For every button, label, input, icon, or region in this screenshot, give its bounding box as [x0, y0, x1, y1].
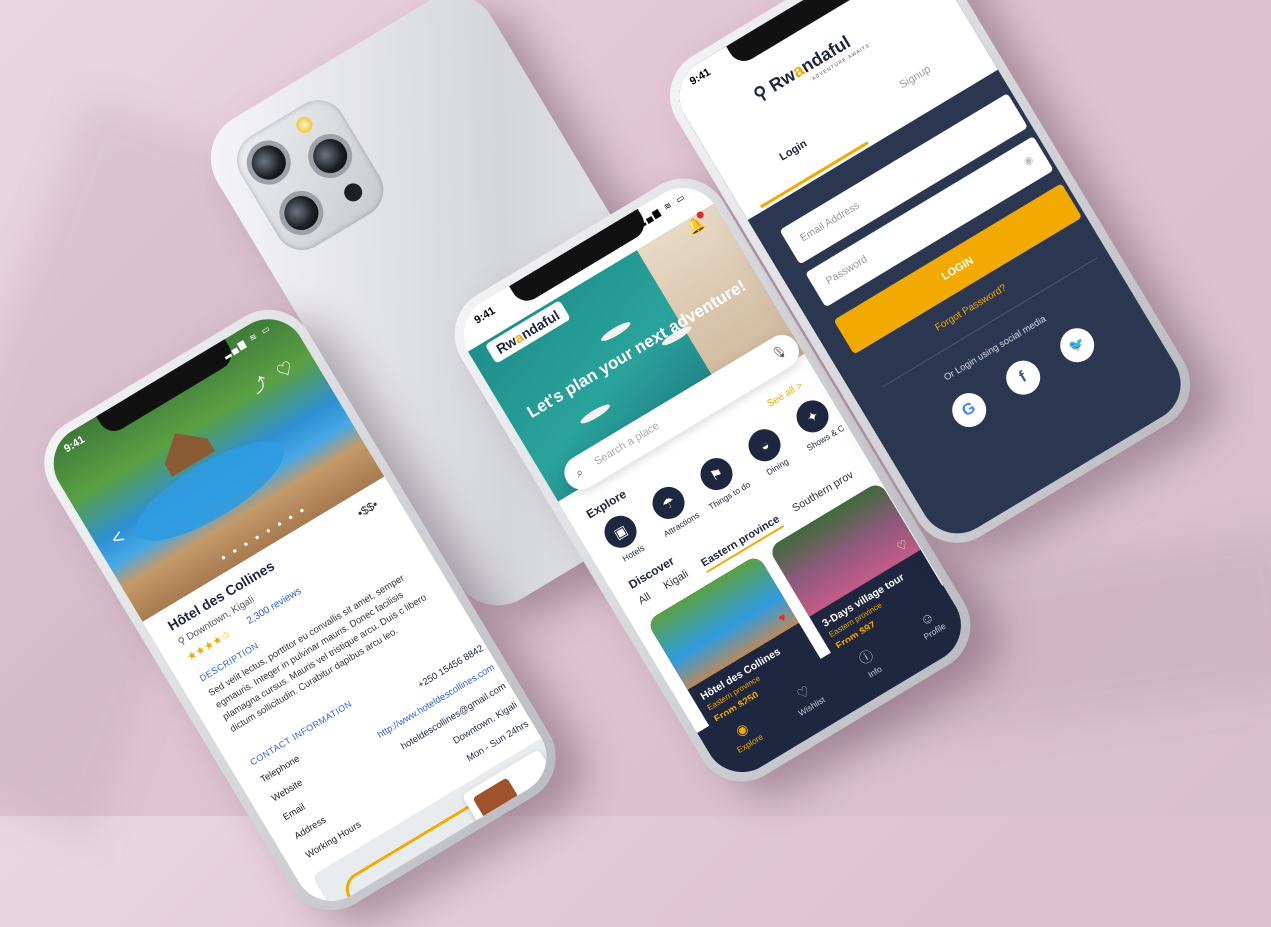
facebook-icon[interactable]: f [999, 354, 1047, 401]
price-level: •$$• [354, 497, 381, 521]
contact-label: Website [269, 777, 305, 805]
tab-all[interactable]: All [636, 591, 653, 608]
twitter-icon[interactable]: 🐦 [1053, 321, 1101, 369]
camera-lens-icon [271, 182, 332, 244]
lidar-sensor-icon [340, 180, 366, 205]
google-icon[interactable]: G [945, 386, 993, 434]
camera-lens-icon [299, 125, 361, 187]
flash-icon [293, 113, 316, 136]
password-placeholder: Password [823, 253, 870, 288]
carousel-dots[interactable]: ● ● ● ● ● ● ● ● [219, 504, 309, 563]
status-time: 9:41 [472, 304, 498, 327]
map-hotel-card[interactable] [461, 748, 561, 839]
reviews-link[interactable]: 2,300 reviews [245, 586, 304, 627]
share-icon[interactable]: ⤴ [249, 374, 271, 397]
contact-label: Email [281, 801, 308, 824]
camera-lens-icon [238, 132, 299, 193]
microphone-icon[interactable]: 🎙 [769, 342, 789, 362]
camera-module [226, 89, 394, 261]
search-icon: ⌕ [572, 464, 586, 481]
map-card-image [472, 777, 525, 828]
heart-icon[interactable]: ♡ [274, 359, 296, 382]
eye-icon[interactable]: ◉ [1021, 152, 1035, 168]
back-arrow-icon[interactable]: < [107, 526, 129, 552]
hero-actions: ⤴ ♡ [246, 354, 297, 398]
contact-label: Address [292, 814, 329, 843]
email-placeholder: Email Address [798, 199, 862, 245]
